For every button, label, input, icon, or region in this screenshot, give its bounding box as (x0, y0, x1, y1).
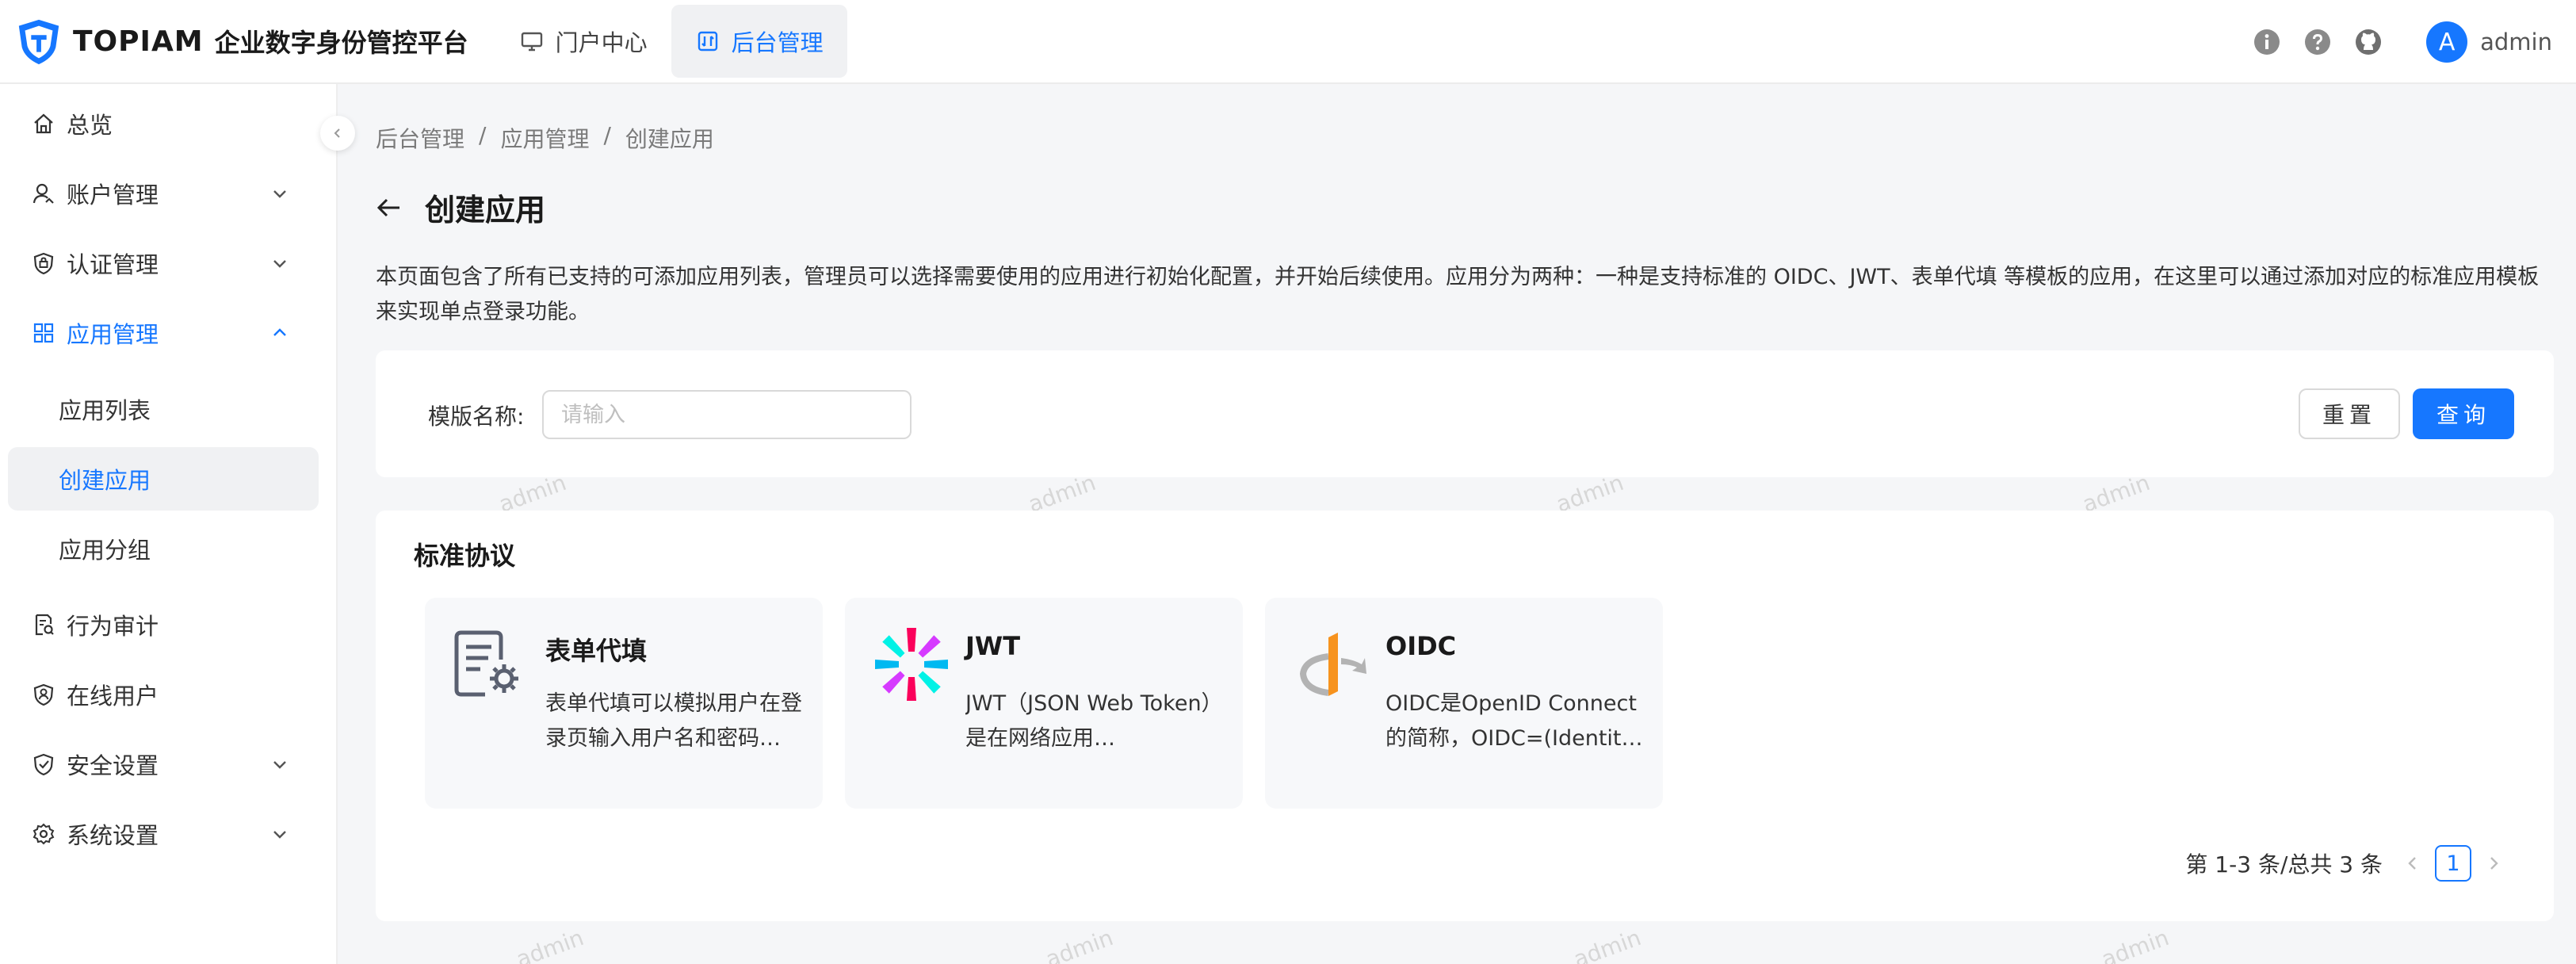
breadcrumb: 后台管理 / 应用管理 / 创建应用 (376, 122, 714, 154)
query-button[interactable]: 查询 (2413, 388, 2514, 439)
console-icon (698, 31, 717, 52)
template-card-oidc[interactable]: OIDC OIDC是OpenID Connect的简称，OIDC=(Identi… (1265, 598, 1663, 809)
chevron-left-icon[interactable] (2402, 852, 2424, 874)
info-icon[interactable] (2253, 29, 2280, 55)
nav-portal[interactable]: 门户中心 (495, 5, 671, 78)
header-actions: A admin (2230, 0, 2552, 84)
template-name-input[interactable] (542, 390, 912, 439)
sidebar: 总览 账户管理 认证管理 应用管理 应用列表 创建应用 应用分组 行为审计 在线… (0, 84, 338, 964)
user-icon (32, 183, 54, 204)
main-content: admin admin admin admin admin admin admi… (339, 84, 2576, 964)
breadcrumb-item[interactable]: 应用管理 (500, 122, 589, 154)
template-card-jwt[interactable]: JWT JWT（JSON Web Token）是在网络应用… (845, 598, 1243, 809)
pagination-summary: 第 1-3 条/总共 3 条 (2185, 851, 2383, 878)
template-description: JWT（JSON Web Token）是在网络应用… (965, 691, 1223, 751)
watermark: admin (513, 924, 587, 964)
top-nav: 门户中心 后台管理 (495, 0, 847, 83)
pagination: 第 1-3 条/总共 3 条 1 (2185, 845, 2516, 882)
help-icon[interactable] (2304, 29, 2331, 55)
template-list-panel: 标准协议 表单代填 表单代填可以模拟用户在登录页输入用户名和密码… JWT JW… (376, 511, 2554, 921)
sidebar-item-label: 系统设置 (67, 822, 159, 849)
page-title: 创建应用 (425, 193, 546, 228)
sidebar-item-system[interactable]: 系统设置 (8, 802, 319, 866)
sidebar-item-label: 在线用户 (67, 683, 159, 710)
reset-button[interactable]: 重置 (2299, 388, 2400, 439)
chevron-down-icon (273, 260, 286, 268)
template-card-form-fill[interactable]: 表单代填 表单代填可以模拟用户在登录页输入用户名和密码… (425, 598, 823, 809)
monitor-icon (521, 32, 542, 52)
breadcrumb-separator: / (603, 122, 611, 148)
sidebar-item-create-app[interactable]: 创建应用 (8, 447, 319, 511)
home-icon (34, 113, 53, 134)
template-description: OIDC是OpenID Connect的简称，OIDC=(Identit… (1385, 691, 1643, 751)
github-icon[interactable] (2355, 29, 2382, 55)
avatar[interactable]: A (2426, 21, 2468, 63)
chevron-up-icon (273, 328, 286, 336)
nav-console[interactable]: 后台管理 (671, 5, 847, 78)
chevron-down-icon (273, 831, 286, 839)
apps-icon (33, 323, 54, 343)
brand-logo[interactable]: TOPIAM 企业数字身份管控平台 (14, 0, 468, 83)
security-icon (33, 753, 54, 776)
shield-icon (33, 252, 54, 275)
page-number-button[interactable]: 1 (2435, 845, 2471, 882)
breadcrumb-separator: / (479, 122, 487, 148)
template-name-label: 模版名称: (428, 404, 525, 430)
sidebar-item-label: 应用管理 (67, 321, 159, 348)
topiam-logo-icon (18, 19, 59, 65)
section-title: 标准协议 (414, 541, 516, 571)
jwt-icon (875, 628, 948, 701)
breadcrumb-current: 创建应用 (625, 126, 714, 152)
template-name: JWT (965, 631, 1021, 661)
sidebar-item-online-users[interactable]: 在线用户 (8, 663, 319, 726)
back-arrow-icon[interactable] (374, 193, 404, 223)
top-header: TOPIAM 企业数字身份管控平台 门户中心 后台管理 A admin (0, 0, 2576, 84)
gear-icon (32, 823, 55, 845)
sidebar-item-label: 总览 (67, 112, 113, 139)
nav-console-label: 后台管理 (731, 29, 824, 56)
sidebar-item-auth[interactable]: 认证管理 (8, 231, 319, 295)
watermark: admin (1570, 924, 1645, 964)
page-header: 创建应用 (374, 186, 545, 229)
openid-icon (1299, 633, 1366, 696)
sidebar-item-label: 行为审计 (67, 613, 159, 640)
template-description: 表单代填可以模拟用户在登录页输入用户名和密码… (545, 691, 802, 751)
sidebar-item-accounts[interactable]: 账户管理 (8, 162, 319, 225)
user-name[interactable]: admin (2480, 29, 2552, 55)
chevron-down-icon (273, 761, 286, 769)
sidebar-item-label: 认证管理 (67, 251, 159, 278)
sidebar-item-overview[interactable]: 总览 (8, 92, 319, 155)
template-name: OIDC (1385, 631, 1457, 661)
online-user-icon (33, 683, 54, 706)
sidebar-item-apps[interactable]: 应用管理 (8, 301, 319, 365)
form-fill-icon (454, 630, 518, 697)
page-description: 本页面包含了所有已支持的可添加应用列表，管理员可以选择需要使用的应用进行初始化配… (376, 265, 2540, 324)
watermark: admin (2098, 924, 2173, 964)
sidebar-item-label: 安全设置 (67, 752, 159, 779)
brand-name: TOPIAM (73, 25, 204, 58)
audit-icon (35, 614, 54, 636)
template-name: 表单代填 (545, 636, 648, 666)
sidebar-item-app-group[interactable]: 应用分组 (8, 517, 319, 580)
filter-panel: 模版名称: 重置 查询 (376, 350, 2554, 477)
sidebar-item-label: 账户管理 (67, 182, 159, 208)
sidebar-item-security[interactable]: 安全设置 (8, 733, 319, 796)
chevron-right-icon[interactable] (2482, 852, 2505, 874)
watermark: admin (1042, 924, 1117, 964)
sidebar-item-audit[interactable]: 行为审计 (8, 593, 319, 656)
nav-portal-label: 门户中心 (555, 29, 648, 56)
product-name: 企业数字身份管控平台 (214, 28, 468, 58)
breadcrumb-item[interactable]: 后台管理 (376, 122, 464, 154)
chevron-down-icon (273, 190, 286, 198)
sidebar-item-app-list[interactable]: 应用列表 (8, 377, 319, 441)
